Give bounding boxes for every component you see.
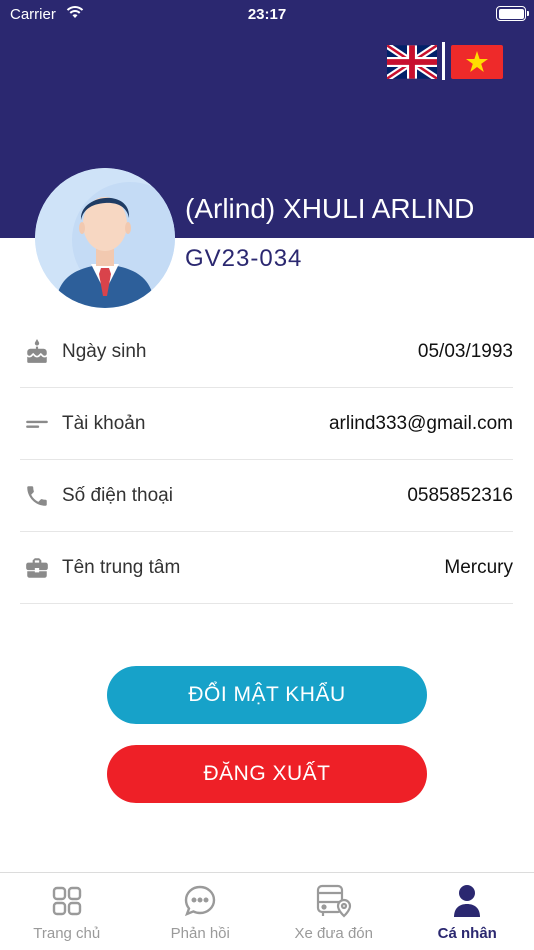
tab-profile-label: Cá nhân [437,925,497,942]
bus-location-icon [315,883,353,919]
account-value: arlind333@gmail.com [328,412,513,434]
tab-feedback-label: Phản hồi [170,925,230,942]
birthday-value: 05/03/1993 [417,340,513,362]
phone-label: Số điện thoại [62,484,173,506]
info-list: Ngày sinh 05/03/1993 Tài khoản arlind333… [20,316,513,604]
tab-profile[interactable]: Cá nhân [401,873,534,950]
tab-bus[interactable]: Xe đưa đón [267,873,401,950]
info-row-account: Tài khoản arlind333@gmail.com [20,388,513,460]
chat-bubble-icon [183,883,217,919]
briefcase-icon [22,553,52,583]
battery-icon [496,6,529,21]
status-time: 23:17 [247,6,287,23]
center-value: Mercury [444,556,513,578]
tab-home[interactable]: Trang chủ [0,873,134,950]
info-row-birthday: Ngày sinh 05/03/1993 [20,316,513,388]
language-divider [442,42,445,80]
profile-id: GV23-034 [185,245,303,272]
uk-flag-icon[interactable] [385,42,439,82]
phone-value: 0585852316 [407,484,513,506]
avatar [35,168,175,308]
tab-bar: Trang chủ Phản hồi Xe đưa đón Cá nhân [0,872,534,950]
logout-button[interactable]: ĐĂNG XUẤT [107,745,427,803]
home-grid-icon [51,883,83,919]
tab-bus-label: Xe đưa đón [294,925,373,942]
tab-feedback[interactable]: Phản hồi [134,873,268,950]
phone-icon [22,481,52,511]
account-dash-icon [22,409,52,439]
birthday-label: Ngày sinh [62,340,147,362]
change-password-button[interactable]: ĐỔI MẬT KHẨU [107,666,427,724]
info-row-center: Tên trung tâm Mercury [20,532,513,604]
center-label: Tên trung tâm [62,556,181,578]
account-label: Tài khoản [62,412,146,434]
status-bar: Carrier 23:17 [0,0,534,30]
profile-name: (Arlind) XHULI ARLIND [185,193,475,224]
person-icon [451,883,483,919]
tab-home-label: Trang chủ [33,925,101,942]
birthday-cake-icon [22,337,52,367]
vietnam-flag-icon[interactable] [451,45,503,79]
info-row-phone: Số điện thoại 0585852316 [20,460,513,532]
